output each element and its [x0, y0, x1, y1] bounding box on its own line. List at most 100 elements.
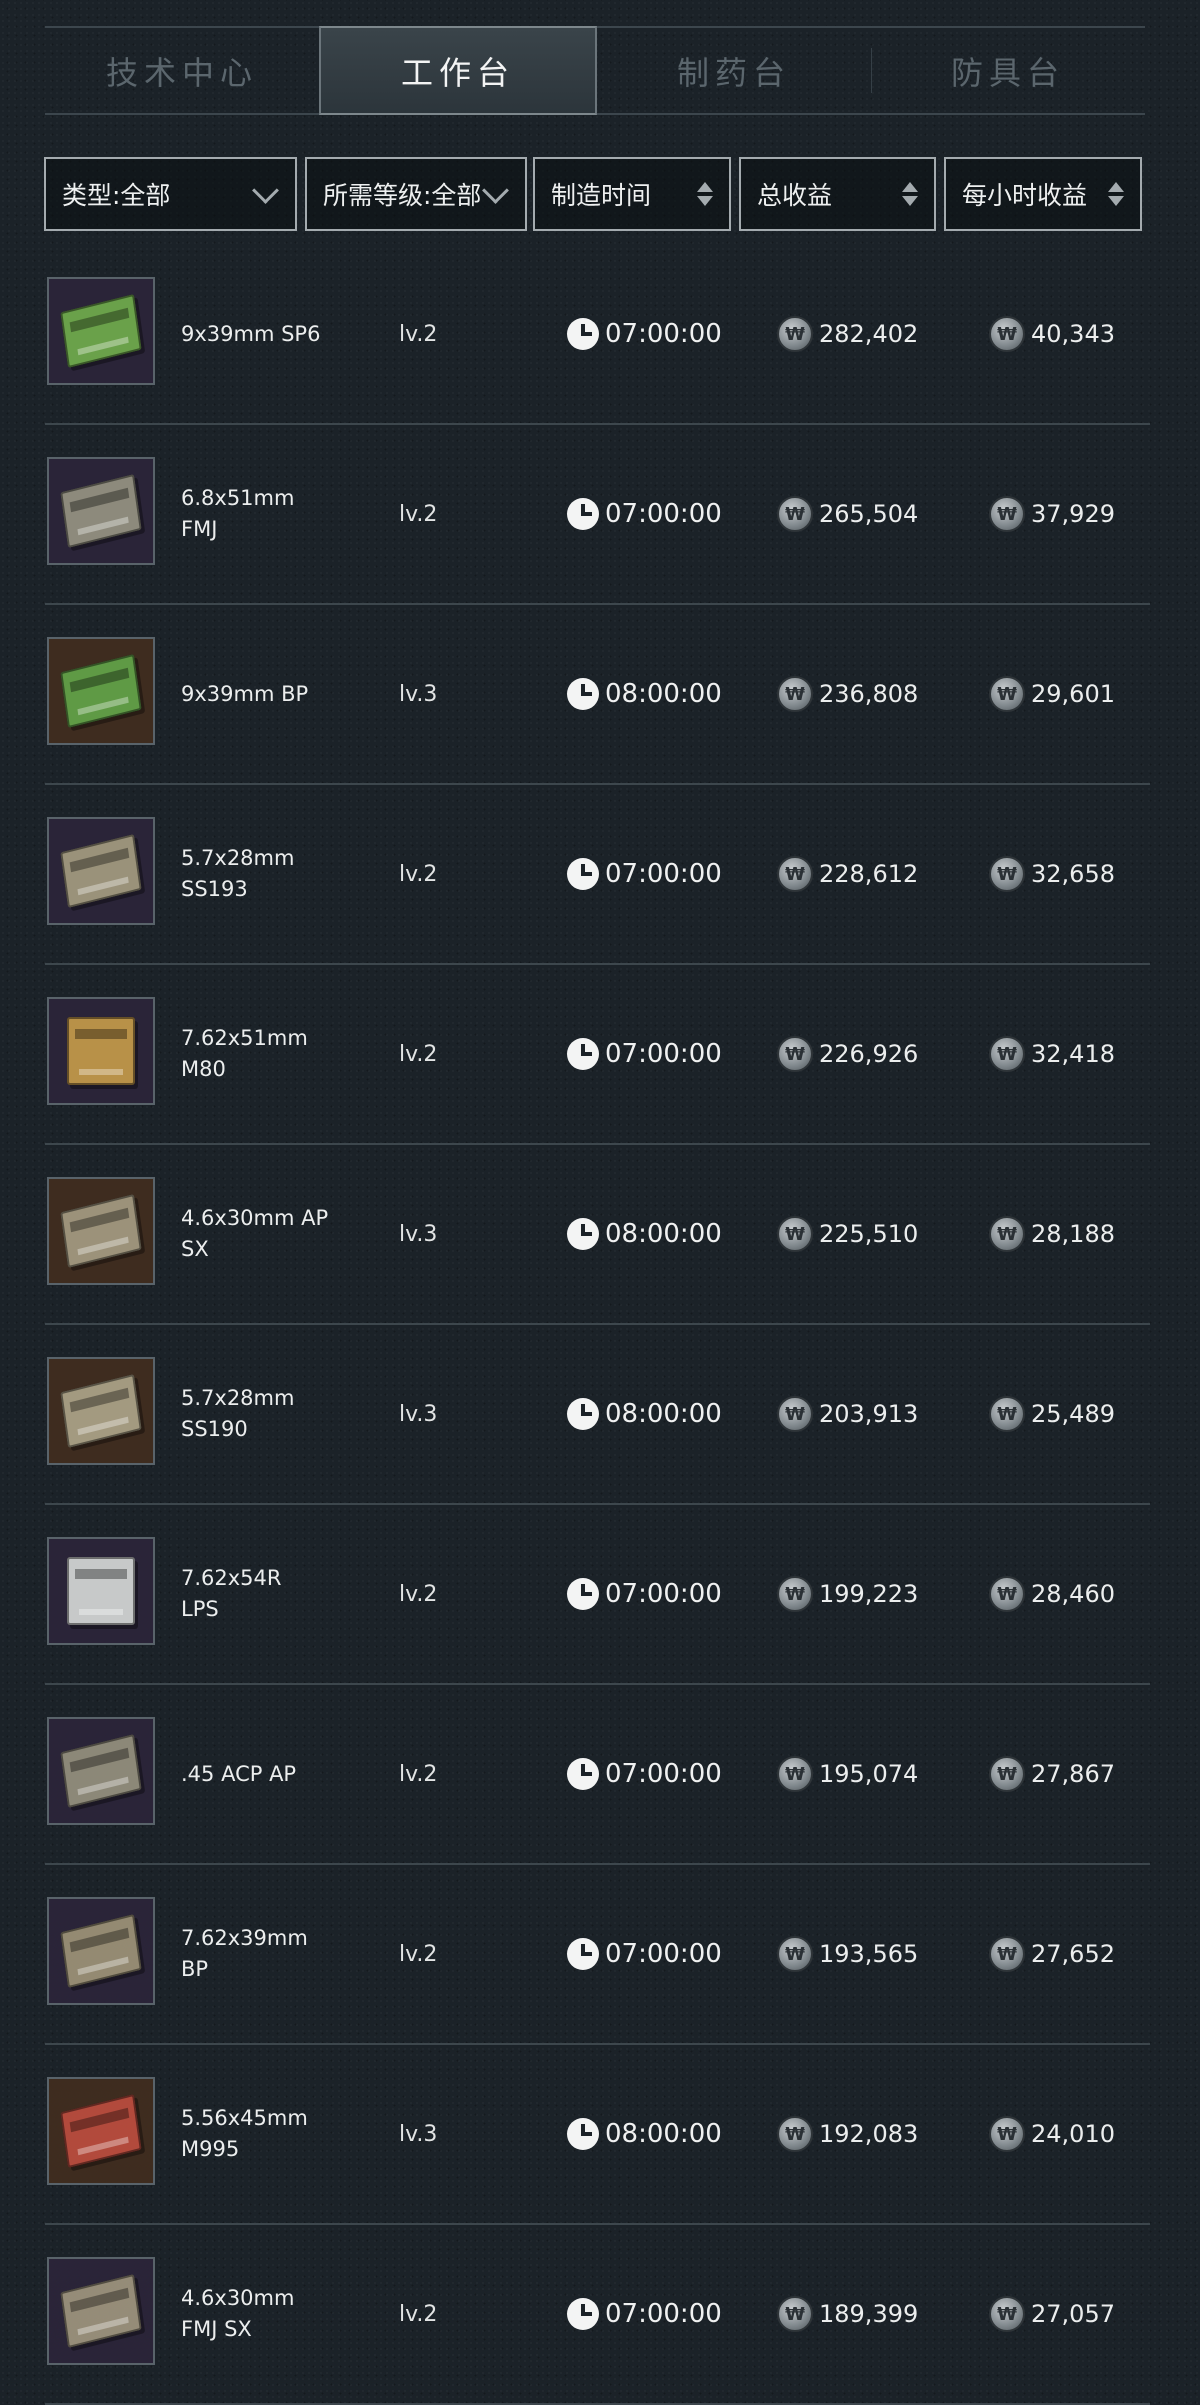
item-name-line2: M80 [181, 1057, 226, 1081]
hourly-profit-value: 40,343 [1031, 320, 1115, 348]
item-name-line1: .45 ACP AP [181, 1761, 297, 1786]
coin-icon: ₩ [777, 2296, 813, 2332]
hourly-profit-value: 32,658 [1031, 860, 1115, 888]
item-name-line2: SX [181, 1237, 209, 1261]
coin-icon: ₩ [989, 1396, 1025, 1432]
recipe-row[interactable]: 7.62x54R LPS lv.2 07:00:00 ₩ 199,223 ₩ 2… [45, 1505, 1150, 1685]
recipe-row[interactable]: 7.62x39mm BP lv.2 07:00:00 ₩ 193,565 ₩ 2… [45, 1865, 1150, 2045]
craft-time: 07:00:00 [567, 965, 722, 1143]
level-filter-label: 所需等级:全部 [323, 181, 482, 210]
filter-bar: 类型:全部 所需等级:全部 制造时间 总收益 每小时收益 [0, 157, 1200, 235]
total-profit-value: 236,808 [819, 680, 919, 708]
ammo-box-icon [60, 2273, 142, 2349]
craft-time-value: 07:00:00 [605, 1039, 722, 1069]
ammo-box-icon [60, 1373, 142, 1449]
total-profit: ₩ 203,913 [777, 1325, 918, 1503]
craft-time: 07:00:00 [567, 785, 722, 963]
recipe-row[interactable]: 7.62x51mm M80 lv.2 07:00:00 ₩ 226,926 ₩ … [45, 965, 1150, 1145]
total-profit: ₩ 225,510 [777, 1145, 918, 1323]
recipe-row[interactable]: 5.7x28mm SS193 lv.2 07:00:00 ₩ 228,612 ₩… [45, 785, 1150, 965]
recipe-row[interactable]: 5.7x28mm SS190 lv.3 08:00:00 ₩ 203,913 ₩… [45, 1325, 1150, 1505]
tab-tech-center[interactable]: 技术中心 [45, 28, 319, 113]
station-tabs: 技术中心 工作台 制药台 防具台 [45, 26, 1145, 115]
item-thumbnail [47, 2257, 155, 2365]
item-name-line1: 5.7x28mm [181, 1386, 295, 1410]
total-profit-value: 226,926 [819, 1040, 919, 1068]
coin-icon: ₩ [777, 316, 813, 352]
craft-time-label: 制造时间 [551, 181, 652, 210]
level-filter-dropdown[interactable]: 所需等级:全部 [305, 157, 527, 231]
item-thumbnail [47, 277, 155, 385]
tab-armor-bench[interactable]: 防具台 [871, 28, 1145, 113]
craft-time-value: 07:00:00 [605, 859, 722, 889]
coin-icon: ₩ [989, 1036, 1025, 1072]
required-level: lv.2 [399, 861, 438, 887]
item-name-line2: FMJ SX [181, 2317, 252, 2341]
hourly-profit-value: 28,188 [1031, 1220, 1115, 1248]
hourly-profit: ₩ 27,057 [989, 2225, 1115, 2403]
recipe-row[interactable]: 9x39mm SP6 lv.2 07:00:00 ₩ 282,402 ₩ 40,… [45, 245, 1150, 425]
craft-time-value: 07:00:00 [605, 1939, 722, 1969]
item-name: 7.62x54R LPS [181, 1505, 381, 1683]
hourly-profit: ₩ 24,010 [989, 2045, 1115, 2223]
tab-workbench[interactable]: 工作台 [319, 26, 597, 115]
craft-time: 08:00:00 [567, 1325, 722, 1503]
recipe-row[interactable]: 6.8x51mm FMJ lv.2 07:00:00 ₩ 265,504 ₩ 3… [45, 425, 1150, 605]
sort-total-profit-button[interactable]: 总收益 [739, 157, 936, 231]
coin-icon: ₩ [989, 676, 1025, 712]
craft-time: 08:00:00 [567, 1145, 722, 1323]
sort-craft-time-button[interactable]: 制造时间 [533, 157, 731, 231]
craft-time-value: 07:00:00 [605, 319, 722, 349]
hourly-profit: ₩ 28,188 [989, 1145, 1115, 1323]
chevron-down-icon [482, 176, 509, 204]
hourly-profit: ₩ 32,658 [989, 785, 1115, 963]
craft-time-value: 08:00:00 [605, 1219, 722, 1249]
recipe-row[interactable]: 9x39mm BP lv.3 08:00:00 ₩ 236,808 ₩ 29,6… [45, 605, 1150, 785]
sort-hourly-profit-button[interactable]: 每小时收益 [944, 157, 1142, 231]
craft-time: 07:00:00 [567, 1865, 722, 2043]
total-profit: ₩ 226,926 [777, 965, 918, 1143]
item-name: 5.7x28mm SS193 [181, 785, 381, 963]
item-name-line1: 5.56x45mm [181, 2106, 308, 2130]
ammo-box-icon [60, 473, 142, 549]
item-name-line2: LPS [181, 1597, 219, 1621]
item-name-line1: 5.7x28mm [181, 846, 295, 870]
required-level: lv.3 [399, 1221, 438, 1247]
coin-icon: ₩ [777, 2116, 813, 2152]
item-name: 4.6x30mm AP SX [181, 1145, 381, 1323]
item-thumbnail [47, 997, 155, 1105]
item-name-line1: 7.62x39mm [181, 1926, 308, 1950]
hourly-profit-value: 28,460 [1031, 1580, 1115, 1608]
tab-medstation[interactable]: 制药台 [597, 28, 871, 113]
item-name-line2: BP [181, 1957, 209, 1981]
coin-icon: ₩ [777, 1756, 813, 1792]
item-thumbnail [47, 2077, 155, 2185]
recipe-row[interactable]: 4.6x30mm FMJ SX lv.2 07:00:00 ₩ 189,399 … [45, 2225, 1150, 2405]
hourly-profit-value: 32,418 [1031, 1040, 1115, 1068]
coin-icon: ₩ [989, 2296, 1025, 2332]
required-level: lv.2 [399, 321, 438, 347]
ammo-box-icon [60, 293, 142, 369]
item-thumbnail [47, 637, 155, 745]
item-name-line1: 9x39mm SP6 [181, 321, 321, 346]
recipe-row[interactable]: 4.6x30mm AP SX lv.3 08:00:00 ₩ 225,510 ₩… [45, 1145, 1150, 1325]
clock-icon [567, 1038, 599, 1070]
clock-icon [567, 1578, 599, 1610]
sort-arrows-icon [902, 182, 918, 206]
type-filter-dropdown[interactable]: 类型:全部 [44, 157, 297, 231]
ammo-box-icon [67, 1017, 135, 1085]
hourly-profit: ₩ 25,489 [989, 1325, 1115, 1503]
item-thumbnail [47, 1177, 155, 1285]
coin-icon: ₩ [777, 1396, 813, 1432]
recipe-row[interactable]: 5.56x45mm M995 lv.3 08:00:00 ₩ 192,083 ₩… [45, 2045, 1150, 2225]
hourly-profit: ₩ 40,343 [989, 245, 1115, 423]
hourly-profit-value: 27,867 [1031, 1760, 1115, 1788]
craft-time: 07:00:00 [567, 2225, 722, 2403]
hourly-profit: ₩ 27,652 [989, 1865, 1115, 2043]
required-level: lv.2 [399, 1941, 438, 1967]
hourly-profit: ₩ 28,460 [989, 1505, 1115, 1683]
item-thumbnail [47, 457, 155, 565]
item-thumbnail [47, 1717, 155, 1825]
recipe-row[interactable]: .45 ACP AP lv.2 07:00:00 ₩ 195,074 ₩ 27,… [45, 1685, 1150, 1865]
sort-arrows-icon [1108, 182, 1124, 206]
